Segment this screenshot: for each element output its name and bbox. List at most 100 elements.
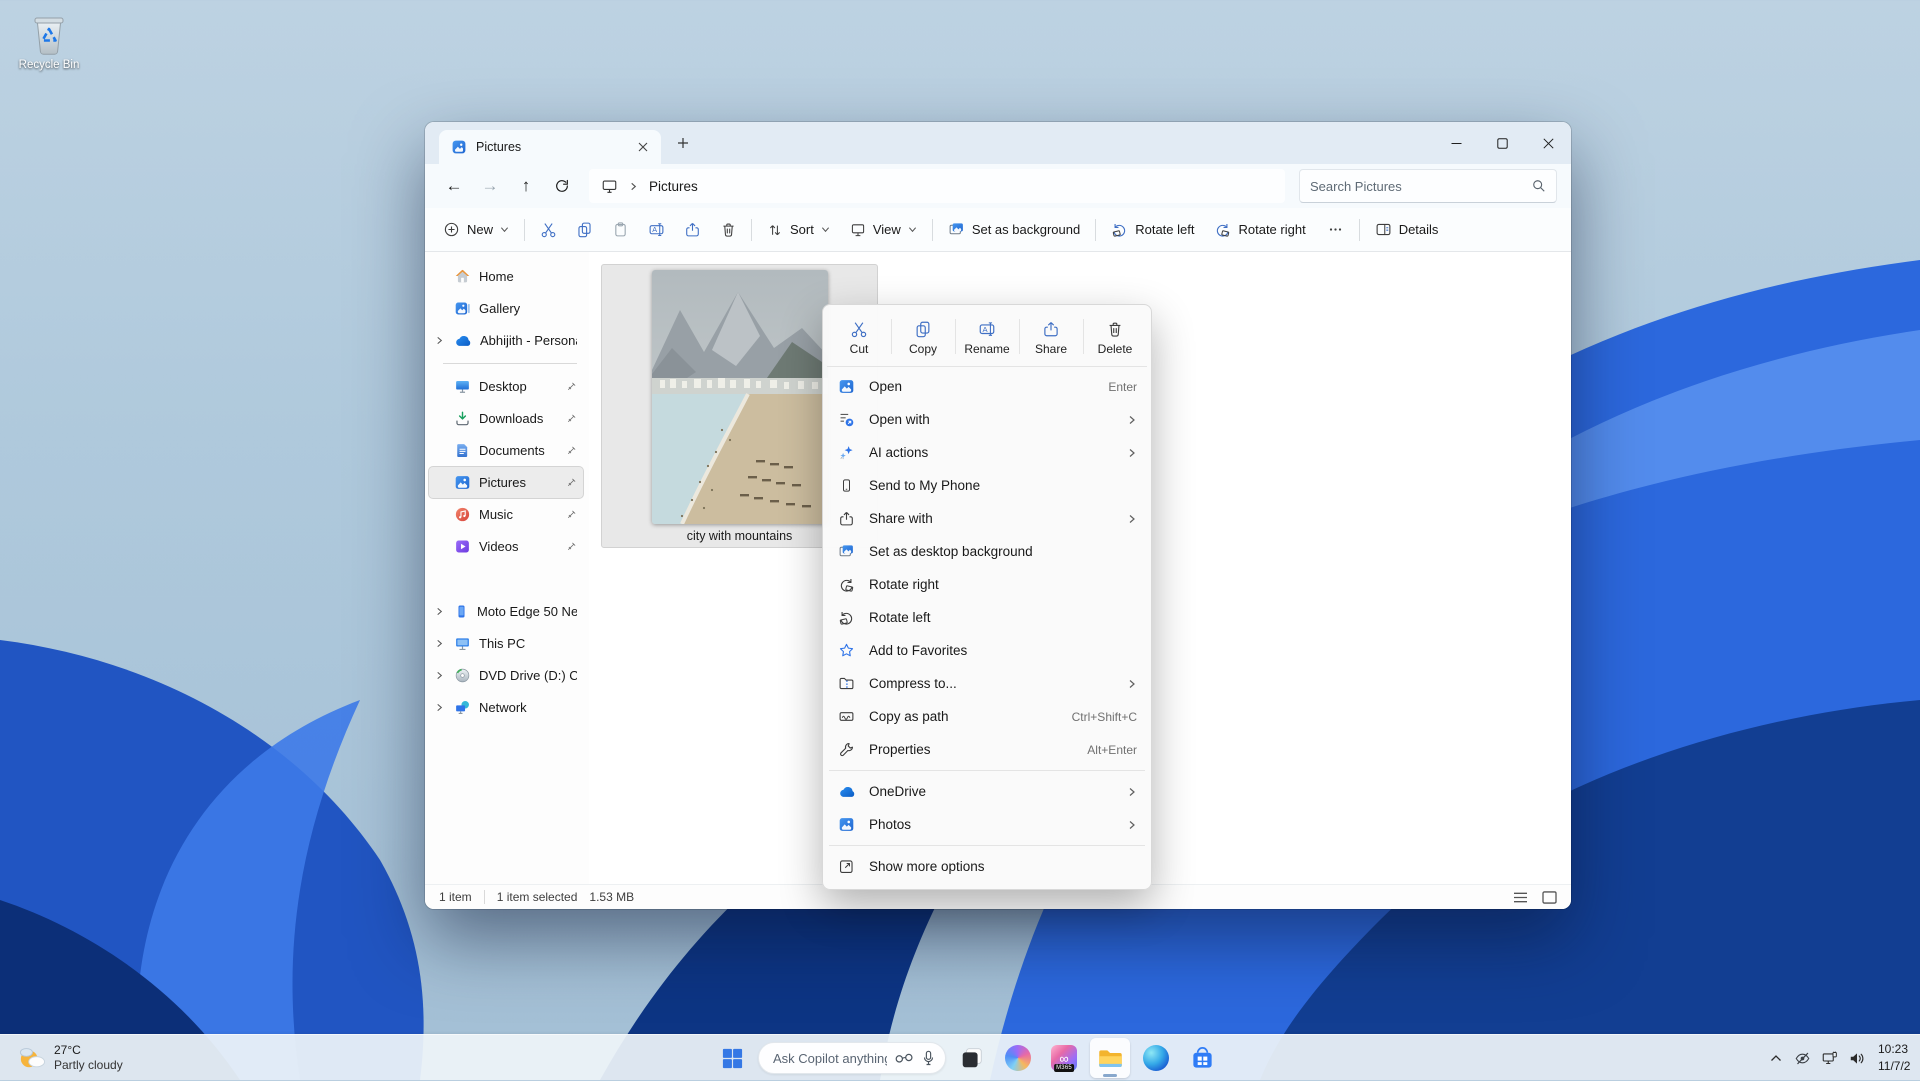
rotate-left-icon <box>837 609 856 626</box>
command-bar: New A <box>425 208 1571 252</box>
rotate-right-button[interactable]: Rotate right <box>1204 213 1315 247</box>
menu-item-open[interactable]: Open Enter <box>827 370 1147 403</box>
quick-delete-button[interactable]: Delete <box>1083 309 1147 366</box>
thumbnail-view-icon[interactable] <box>1542 891 1557 904</box>
cut-button[interactable] <box>530 213 566 247</box>
list-view-icon[interactable] <box>1513 891 1528 904</box>
sidebar-item-pictures[interactable]: Pictures <box>429 467 583 498</box>
share-with-icon <box>837 510 856 527</box>
svg-text:A: A <box>652 225 657 234</box>
edge-app-icon[interactable] <box>1136 1038 1176 1078</box>
task-view-icon[interactable] <box>952 1038 992 1078</box>
new-tab-button[interactable] <box>671 131 695 155</box>
menu-item-photos[interactable]: Photos <box>827 808 1147 841</box>
microsoft-store-app-icon[interactable] <box>1182 1038 1222 1078</box>
rename-icon: A <box>978 320 996 338</box>
search-input[interactable] <box>1310 179 1524 194</box>
tray-network-icon[interactable] <box>1816 1042 1843 1074</box>
menu-separator <box>829 845 1145 846</box>
tab-pictures[interactable]: Pictures <box>439 130 661 164</box>
menu-item-properties[interactable]: Properties Alt+Enter <box>827 733 1147 766</box>
tab-close-icon[interactable] <box>631 135 655 159</box>
microphone-icon[interactable] <box>922 1050 935 1066</box>
details-button[interactable]: Details <box>1365 213 1449 247</box>
sidebar-item-videos[interactable]: Videos <box>429 531 583 562</box>
copilot-search-box[interactable]: Ask Copilot anything <box>758 1042 946 1074</box>
pin-icon <box>565 381 577 393</box>
chevron-down-icon <box>821 225 830 234</box>
maximize-button[interactable] <box>1479 122 1525 164</box>
sidebar-item-downloads[interactable]: Downloads <box>429 403 583 434</box>
sidebar-item-home[interactable]: Home <box>429 261 583 292</box>
menu-item-add-to-favorites[interactable]: Add to Favorites <box>827 634 1147 667</box>
weather-temperature: 27°C <box>54 1043 123 1058</box>
breadcrumb[interactable]: Pictures <box>589 169 1285 203</box>
menu-item-set-desktop-background[interactable]: Set as desktop background <box>827 535 1147 568</box>
menu-item-show-more-options[interactable]: Show more options <box>827 850 1147 883</box>
sidebar-item-this-pc[interactable]: This PC <box>429 628 583 659</box>
sidebar: Home Gallery Abhijith - Personal <box>425 252 589 884</box>
item-count: 1 item <box>439 890 472 904</box>
plus-circle-icon <box>443 221 460 238</box>
more-options-button[interactable] <box>1318 213 1354 247</box>
menu-item-onedrive[interactable]: OneDrive <box>827 775 1147 808</box>
m365-copilot-app-icon[interactable]: ∞M365 <box>1044 1038 1084 1078</box>
sidebar-item-moto-edge[interactable]: Moto Edge 50 Neo <box>429 596 583 627</box>
search-icon[interactable] <box>1532 179 1546 193</box>
weather-widget[interactable]: 27°C Partly cloudy <box>10 1035 131 1081</box>
copilot-app-icon[interactable] <box>998 1038 1038 1078</box>
tray-volume-icon[interactable] <box>1843 1042 1870 1074</box>
menu-item-compress-to[interactable]: Compress to... <box>827 667 1147 700</box>
new-button[interactable]: New <box>433 213 519 247</box>
view-button[interactable]: View <box>840 213 927 247</box>
expand-chevron-icon[interactable] <box>433 671 446 680</box>
menu-item-copy-as-path[interactable]: Copy as path Ctrl+Shift+C <box>827 700 1147 733</box>
tray-clock[interactable]: 10:23 11/7/2 <box>1878 1041 1920 1075</box>
sort-button[interactable]: Sort <box>757 213 840 247</box>
quick-rename-button[interactable]: A Rename <box>955 309 1019 366</box>
forward-icon[interactable]: → <box>473 169 507 203</box>
sidebar-item-desktop[interactable]: Desktop <box>429 371 583 402</box>
minimize-button[interactable] <box>1433 122 1479 164</box>
menu-item-ai-actions[interactable]: AI actions <box>827 436 1147 469</box>
set-as-background-button[interactable]: Set as background <box>938 213 1090 247</box>
start-button[interactable] <box>712 1038 752 1078</box>
expand-chevron-icon[interactable] <box>433 336 446 345</box>
sidebar-item-dvd-drive[interactable]: DVD Drive (D:) CCC <box>429 660 583 691</box>
close-button[interactable] <box>1525 122 1571 164</box>
phone-outline-icon <box>837 477 856 494</box>
tray-eye-slash-icon[interactable] <box>1789 1042 1816 1074</box>
refresh-icon[interactable] <box>545 169 579 203</box>
quick-share-button[interactable]: Share <box>1019 309 1083 366</box>
menu-item-rotate-right[interactable]: Rotate right <box>827 568 1147 601</box>
sidebar-item-gallery[interactable]: Gallery <box>429 293 583 324</box>
expand-chevron-icon[interactable] <box>433 607 446 616</box>
expand-chevron-icon[interactable] <box>433 703 446 712</box>
expand-chevron-icon[interactable] <box>433 639 446 648</box>
recycle-bin-desktop-icon[interactable]: Recycle Bin <box>12 12 86 71</box>
this-pc-icon <box>601 179 618 194</box>
delete-button[interactable] <box>710 213 746 247</box>
network-icon <box>454 699 471 716</box>
back-icon[interactable]: ← <box>437 169 471 203</box>
share-button[interactable] <box>674 213 710 247</box>
menu-item-rotate-left[interactable]: Rotate left <box>827 601 1147 634</box>
copy-button[interactable] <box>566 213 602 247</box>
quick-cut-button[interactable]: Cut <box>827 309 891 366</box>
rename-button[interactable]: A <box>638 213 674 247</box>
up-icon[interactable]: ↑ <box>509 169 543 203</box>
share-icon <box>1042 320 1060 338</box>
sidebar-item-music[interactable]: Music <box>429 499 583 530</box>
sidebar-item-documents[interactable]: Documents <box>429 435 583 466</box>
menu-item-share-with[interactable]: Share with <box>827 502 1147 535</box>
file-explorer-app-icon[interactable] <box>1090 1038 1130 1078</box>
quick-copy-button[interactable]: Copy <box>891 309 955 366</box>
rotate-left-button[interactable]: Rotate left <box>1101 213 1204 247</box>
sidebar-item-onedrive-personal[interactable]: Abhijith - Personal <box>429 325 583 356</box>
menu-item-send-to-phone[interactable]: Send to My Phone <box>827 469 1147 502</box>
tray-chevron-up-icon[interactable] <box>1762 1042 1789 1074</box>
sidebar-item-network[interactable]: Network <box>429 692 583 723</box>
file-thumbnail[interactable] <box>652 270 828 524</box>
menu-item-open-with[interactable]: Open with <box>827 403 1147 436</box>
paste-button[interactable] <box>602 213 638 247</box>
